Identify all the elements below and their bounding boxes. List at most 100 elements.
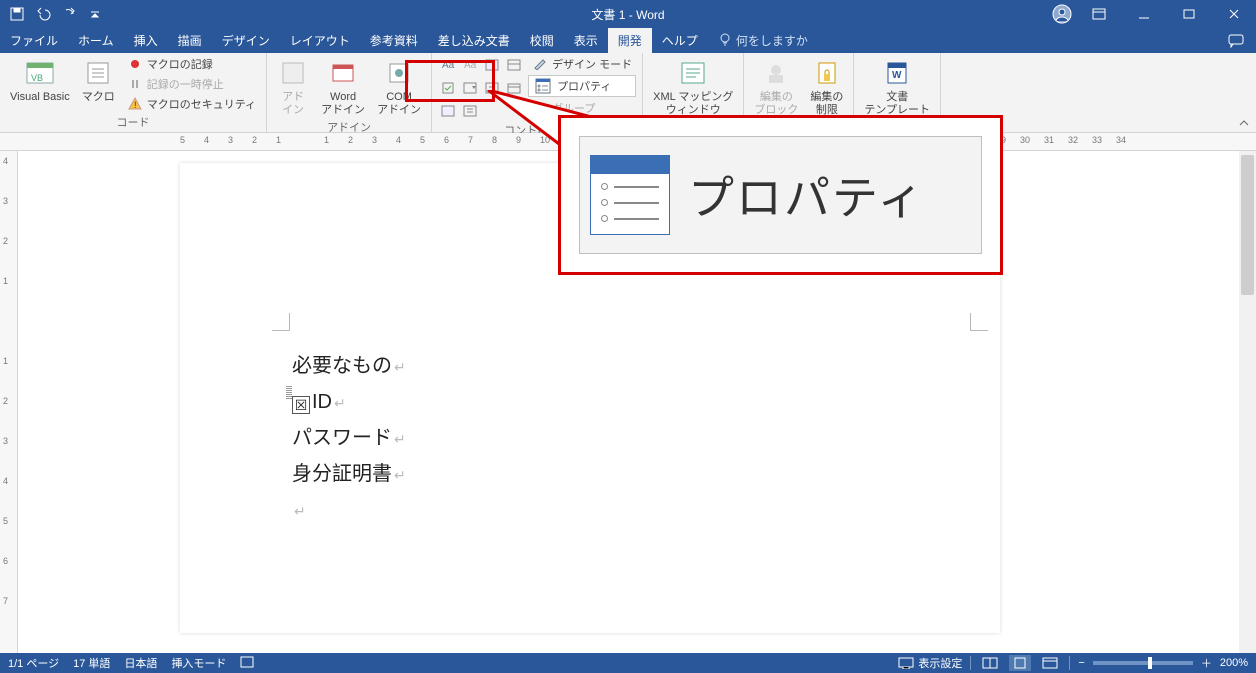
macros-button[interactable]: マクロ: [78, 55, 119, 106]
tab-home[interactable]: ホーム: [68, 28, 124, 53]
callout-inner: プロパティ: [579, 136, 982, 254]
window-title: 文書 1 - Word: [591, 6, 664, 23]
visual-basic-label: Visual Basic: [10, 91, 70, 104]
vertical-ruler[interactable]: 43211234567: [0, 151, 18, 653]
word-addins-button[interactable]: Word アドイン: [317, 55, 369, 118]
zoom-level[interactable]: 200%: [1220, 657, 1248, 669]
zoom-out-button[interactable]: −: [1078, 657, 1084, 669]
pause-recording-button[interactable]: 記録の一時停止: [123, 75, 260, 93]
addins-icon: [277, 57, 309, 89]
svg-text:VB: VB: [31, 73, 43, 83]
addins-button[interactable]: アド イン: [273, 55, 313, 118]
restrict-editing-button[interactable]: 編集の 制限: [806, 55, 847, 118]
status-bar: 1/1 ページ 17 単語 日本語 挿入モード 表示設定 − ＋ 200%: [0, 653, 1256, 673]
checkbox-content-control[interactable]: ☒: [292, 396, 310, 414]
repeating-section-control[interactable]: [438, 101, 458, 121]
view-web-layout[interactable]: [1039, 655, 1061, 671]
doc-line-4: 身分証明書↵: [292, 456, 406, 492]
record-macro-button[interactable]: マクロの記録: [123, 55, 260, 73]
pilcrow-icon: ↵: [394, 359, 406, 375]
tab-help[interactable]: ヘルプ: [652, 28, 708, 53]
design-mode-label: デザイン モード: [552, 56, 632, 72]
word-icon: W: [881, 57, 913, 89]
properties-large-icon: [590, 155, 670, 235]
tab-mailings[interactable]: 差し込み文書: [428, 28, 520, 53]
group-code: VB Visual Basic マクロ マクロの記録 記録の一時停止 ! マクロ: [0, 53, 267, 132]
tab-developer[interactable]: 開発: [608, 28, 652, 53]
xml-mapping-icon: [677, 57, 709, 89]
zoom-slider-knob[interactable]: [1148, 657, 1152, 669]
picture-control[interactable]: [482, 55, 502, 75]
view-read-mode[interactable]: [979, 655, 1001, 671]
ribbon-display-options[interactable]: [1076, 0, 1121, 28]
pilcrow-icon: ↵: [294, 503, 306, 519]
callout-zoom: プロパティ: [558, 115, 1003, 275]
close-button[interactable]: [1211, 0, 1256, 28]
plain-text-control[interactable]: Aa: [460, 55, 480, 75]
document-template-button[interactable]: W 文書 テンプレート: [860, 55, 934, 118]
com-addins-button[interactable]: COM アドイン: [373, 55, 425, 118]
svg-text:W: W: [892, 70, 902, 81]
vertical-scrollbar[interactable]: [1239, 151, 1256, 653]
macros-icon: [82, 57, 114, 89]
checkbox-control[interactable]: [438, 78, 458, 98]
status-insert-mode[interactable]: 挿入モード: [171, 655, 226, 671]
tab-references[interactable]: 参考資料: [360, 28, 428, 53]
account-icon[interactable]: [1048, 0, 1076, 28]
block-authors-button[interactable]: 編集の ブロック: [750, 55, 802, 118]
zoom-slider[interactable]: [1093, 661, 1193, 665]
status-divider: [970, 656, 971, 670]
tab-view[interactable]: 表示: [564, 28, 608, 53]
restrict-editing-label: 編集の 制限: [810, 91, 843, 116]
view-print-layout[interactable]: [1009, 655, 1031, 671]
status-page[interactable]: 1/1 ページ: [8, 655, 59, 671]
pilcrow-icon: ↵: [394, 431, 406, 447]
doc-line-1: 必要なもの↵: [292, 348, 406, 384]
display-settings-icon[interactable]: 表示設定: [898, 655, 962, 671]
quick-access-toolbar: [0, 3, 106, 25]
redo-button[interactable]: [58, 3, 80, 25]
zoom-in-button[interactable]: ＋: [1201, 655, 1212, 671]
design-mode-button[interactable]: デザイン モード: [528, 55, 636, 73]
document-content[interactable]: 必要なもの↵ ☒ID↵ パスワード↵ 身分証明書↵ ↵: [292, 348, 406, 528]
display-settings-label: 表示設定: [918, 655, 962, 671]
doc-line-5: ↵: [292, 492, 406, 528]
scrollbar-thumb[interactable]: [1241, 155, 1254, 295]
rich-text-control[interactable]: Aa: [438, 55, 458, 75]
tab-layout[interactable]: レイアウト: [280, 28, 360, 53]
tab-design[interactable]: デザイン: [212, 28, 280, 53]
document-template-label: 文書 テンプレート: [864, 91, 930, 116]
doc-line-2: ☒ID↵: [292, 384, 406, 420]
tab-draw[interactable]: 描画: [168, 28, 212, 53]
word-addins-icon: [327, 57, 359, 89]
qat-customize[interactable]: [84, 3, 106, 25]
save-button[interactable]: [6, 3, 28, 25]
status-track-icon[interactable]: [240, 656, 254, 671]
tell-me[interactable]: 何をしますか: [708, 28, 818, 53]
status-language[interactable]: 日本語: [124, 655, 157, 671]
xml-mapping-label: XML マッピング ウィンドウ: [653, 91, 733, 116]
pilcrow-icon: ↵: [334, 395, 346, 411]
building-block-control[interactable]: [504, 55, 524, 75]
minimize-button[interactable]: [1121, 0, 1166, 28]
com-addins-icon: [383, 57, 415, 89]
visual-basic-icon: VB: [24, 57, 56, 89]
visual-basic-button[interactable]: VB Visual Basic: [6, 55, 74, 106]
maximize-button[interactable]: [1166, 0, 1211, 28]
xml-mapping-button[interactable]: XML マッピング ウィンドウ: [649, 55, 737, 118]
tab-review[interactable]: 校閲: [520, 28, 564, 53]
status-divider: [1069, 656, 1070, 670]
com-addins-label: COM アドイン: [377, 91, 421, 116]
collapse-ribbon[interactable]: [1232, 53, 1256, 132]
lock-icon: [811, 57, 843, 89]
tab-insert[interactable]: 挿入: [124, 28, 168, 53]
tell-me-label: 何をしますか: [736, 32, 808, 49]
macro-security-button[interactable]: ! マクロのセキュリティ: [123, 95, 260, 113]
status-word-count[interactable]: 17 単語: [73, 655, 110, 671]
tab-file[interactable]: ファイル: [0, 28, 68, 53]
record-macro-label: マクロの記録: [147, 56, 213, 72]
word-addins-label: Word アドイン: [321, 91, 365, 116]
comments-icon[interactable]: [1224, 29, 1248, 53]
undo-button[interactable]: [32, 3, 54, 25]
warning-icon: !: [127, 96, 143, 112]
